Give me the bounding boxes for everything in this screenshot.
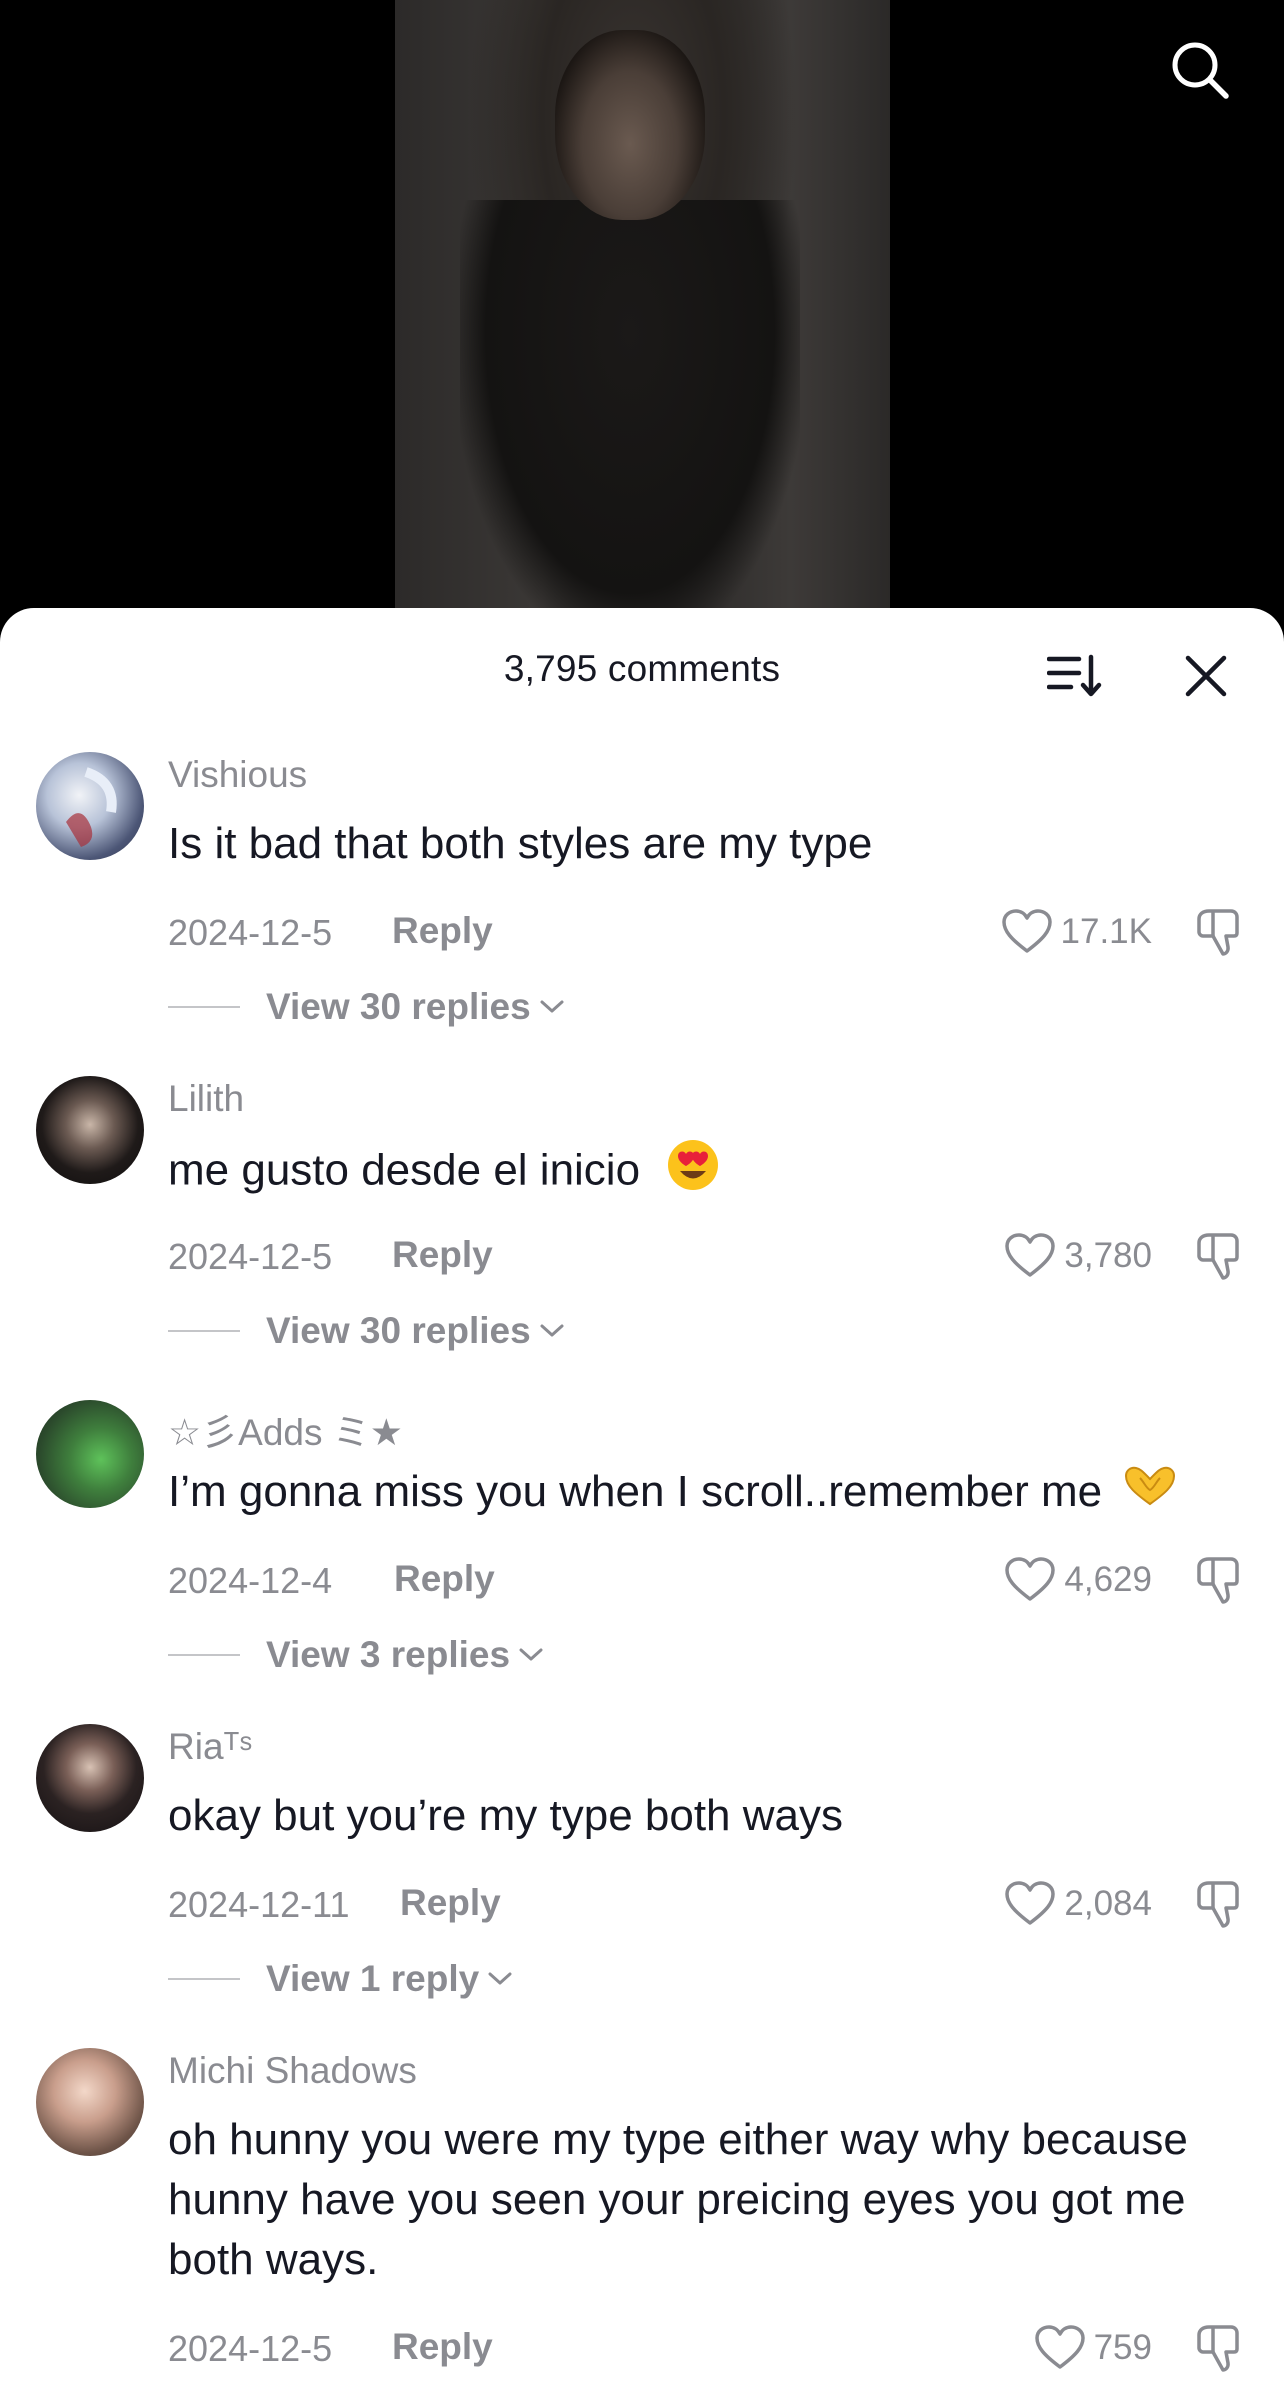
video-player[interactable] xyxy=(0,0,1284,640)
view-replies-button[interactable]: View 30 replies xyxy=(168,982,565,1032)
heart-outline-icon xyxy=(1001,909,1052,953)
view-replies-label: View 30 replies xyxy=(266,986,531,1027)
dislike-button[interactable] xyxy=(1192,904,1248,960)
chevron-down-icon xyxy=(518,1647,544,1663)
heart-outline-icon xyxy=(1005,1557,1056,1601)
view-replies-label: View 3 replies xyxy=(266,1634,511,1675)
heart-outline-icon xyxy=(1034,2325,1085,2369)
comment-username[interactable]: Michi Shadows xyxy=(168,2050,417,2092)
thumbs-down-icon xyxy=(1197,1557,1239,1604)
dislike-button[interactable] xyxy=(1192,1228,1248,1284)
comment-date: 2024-12-5 xyxy=(168,2328,333,2369)
reply-button[interactable]: Reply xyxy=(392,2326,493,2368)
view-replies-button[interactable]: View 3 replies xyxy=(168,1630,544,1680)
reply-button[interactable]: Reply xyxy=(392,910,493,952)
comment-meta: 2024-12-11 Reply 2,084 xyxy=(168,1881,1248,1934)
comment-username[interactable]: Riaᵀˢ xyxy=(168,1726,252,1768)
search-button[interactable] xyxy=(1160,30,1240,110)
like-count: 17.1K xyxy=(1060,912,1152,951)
like-count: 759 xyxy=(1093,2328,1152,2367)
avatar[interactable] xyxy=(36,2048,144,2156)
view-replies-button[interactable]: View 1 reply xyxy=(168,1954,513,2004)
reply-button[interactable]: Reply xyxy=(392,1234,493,1276)
sort-button[interactable] xyxy=(1040,644,1110,708)
like-button[interactable] xyxy=(1032,2320,1088,2376)
avatar-art xyxy=(66,767,117,847)
thumbs-down-icon xyxy=(1197,2325,1239,2372)
like-group: 17.1K xyxy=(999,904,1248,960)
comment-text-body: I’m gonna miss you when I scroll..rememb… xyxy=(168,1467,1103,1516)
comment-meta: 2024-12-5 Reply 3,780 xyxy=(168,1233,1248,1286)
like-button[interactable] xyxy=(999,904,1055,960)
divider-line xyxy=(168,1330,240,1332)
dislike-button[interactable] xyxy=(1192,2320,1248,2376)
comments-sheet: 3,795 comments Vishious Is it bad that b… xyxy=(0,608,1284,2388)
heart-outline-icon xyxy=(1005,1881,1056,1925)
comments-header: 3,795 comments xyxy=(0,608,1284,736)
like-group: 4,629 xyxy=(1002,1552,1248,1608)
comment-date: 2024-12-4 xyxy=(168,1560,333,1601)
view-replies-label: View 1 reply xyxy=(266,1958,480,1999)
thumbs-down-icon xyxy=(1197,1233,1239,1280)
like-count: 3,780 xyxy=(1064,1236,1152,1275)
like-count: 4,629 xyxy=(1064,1560,1152,1599)
like-group: 3,780 xyxy=(1002,1228,1248,1284)
like-group: 759 xyxy=(1032,2320,1248,2376)
divider-line xyxy=(168,1978,240,1980)
dislike-button[interactable] xyxy=(1192,1552,1248,1608)
chevron-down-icon xyxy=(539,999,565,1015)
comment-text-body: me gusto desde el inicio xyxy=(168,1145,641,1195)
comment-text: okay but you’re my type both ways xyxy=(168,1791,843,1840)
chevron-down-icon xyxy=(539,1323,565,1339)
reply-button[interactable]: Reply xyxy=(400,1882,501,1924)
comment-meta: 2024-12-5 Reply 759 xyxy=(168,2325,1248,2378)
comment-username[interactable]: Vishious xyxy=(168,754,307,796)
sort-icon xyxy=(1047,654,1102,697)
comment-text: oh hunny you were my type either way why… xyxy=(168,2115,1188,2284)
heart-hands-emoji xyxy=(1122,1464,1178,1524)
like-button[interactable] xyxy=(1002,1876,1058,1932)
like-button[interactable] xyxy=(1002,1552,1058,1608)
divider-line xyxy=(168,1654,240,1656)
comment-username[interactable]: Lilith xyxy=(168,1078,244,1120)
comment-text: Is it bad that both styles are my type xyxy=(168,819,873,868)
avatar[interactable] xyxy=(36,1724,144,1832)
comment-meta: 2024-12-5 Reply 17.1K xyxy=(168,909,1248,962)
avatar[interactable] xyxy=(36,1076,144,1184)
close-icon xyxy=(1185,655,1227,697)
view-replies-button[interactable]: View 30 replies xyxy=(168,1306,565,1356)
comment-text: me gusto desde el inicio xyxy=(168,1138,1248,1208)
avatar[interactable] xyxy=(36,752,144,860)
view-replies-label: View 30 replies xyxy=(266,1310,531,1351)
video-subject-head xyxy=(555,30,705,220)
heart-outline-icon xyxy=(1005,1233,1056,1277)
comment-meta: 2024-12-4 Reply 4,629 xyxy=(168,1557,1248,1610)
avatar[interactable] xyxy=(36,1400,144,1508)
close-button[interactable] xyxy=(1170,642,1242,710)
comment-username[interactable]: ☆彡Adds ミ★ xyxy=(168,1402,403,1456)
comment-date: 2024-12-5 xyxy=(168,912,333,953)
reply-button[interactable]: Reply xyxy=(394,1558,495,1600)
dislike-button[interactable] xyxy=(1192,1876,1248,1932)
like-button[interactable] xyxy=(1002,1228,1058,1284)
comment-date: 2024-12-5 xyxy=(168,1236,333,1277)
search-icon xyxy=(1172,42,1229,99)
divider-line xyxy=(168,1006,240,1008)
like-group: 2,084 xyxy=(1002,1876,1248,1932)
thumbs-down-icon xyxy=(1197,1881,1239,1928)
like-count: 2,084 xyxy=(1064,1884,1152,1923)
comment-date: 2024-12-11 xyxy=(168,1884,350,1925)
video-subject xyxy=(460,200,800,640)
comment-text: I’m gonna miss you when I scroll..rememb… xyxy=(168,1462,1248,1524)
heart-eyes-emoji xyxy=(666,1138,720,1208)
chevron-down-icon xyxy=(487,1971,513,1987)
thumbs-down-icon xyxy=(1197,909,1239,956)
